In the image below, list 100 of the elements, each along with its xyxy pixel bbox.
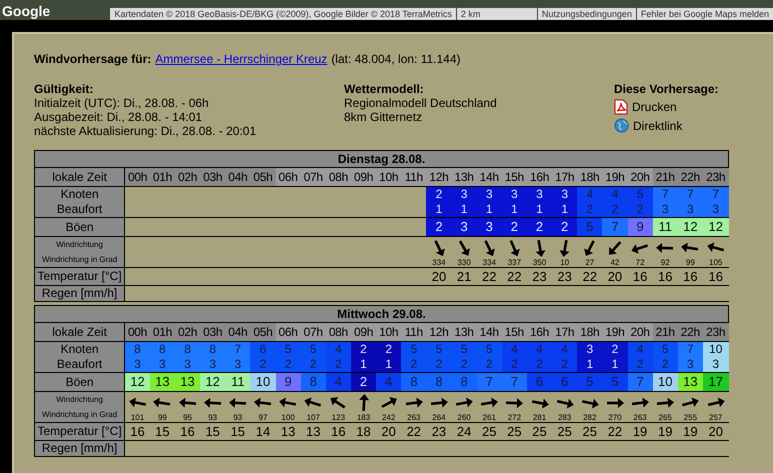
hour-cell: 04h [225, 322, 250, 342]
gust-cell: 3 [476, 218, 502, 236]
hour-cell: 10h [376, 322, 402, 342]
gust-cell: 17 [702, 372, 728, 392]
wind-speed-cell: 4 2 [628, 342, 653, 372]
hour-cell: 16h [526, 322, 552, 342]
direction-degrees: 93 [208, 412, 218, 422]
temperature-value: 16 [331, 424, 346, 438]
direction-degrees: 107 [306, 412, 320, 422]
temperature-value: 15 [205, 424, 220, 438]
gust-cell: 9 [276, 372, 301, 392]
wind-speed-cell: 6 2 [250, 342, 276, 372]
direction-degrees: 282 [583, 412, 596, 422]
hour-cell: 21h [652, 168, 678, 186]
hour-cell: 16h [526, 168, 552, 186]
gust-cell: 2 [426, 218, 452, 236]
hour-cell: 15h [502, 168, 527, 186]
map-scale: 2 km [456, 8, 537, 20]
gust-cell: 9 [628, 218, 653, 236]
gust-cell: 7 [628, 372, 653, 392]
hour-cell: 19h [602, 168, 628, 186]
coordinates: (lat: 48.004, lon: 11.144) [331, 51, 461, 68]
globe-icon [614, 118, 629, 133]
row-label: Beaufort [56, 202, 104, 217]
direction-degrees: 263 [407, 412, 420, 422]
gust-cell: 13 [174, 372, 200, 392]
gust-cell: 7 [602, 218, 628, 236]
hour-cell: 12h [426, 322, 452, 342]
gust-cell: 10 [652, 372, 678, 392]
row-label: Windrichtung [55, 394, 104, 406]
temperature-value: 19 [658, 424, 672, 438]
hour-cell: 01h [150, 322, 175, 342]
temperature-value: 15 [155, 424, 170, 438]
direction-degrees: 123 [332, 412, 346, 422]
temperature-value: 16 [658, 268, 672, 284]
hour-cell: 08h [326, 168, 351, 186]
hour-cell: 01h [150, 168, 175, 186]
hour-cell: 18h [577, 322, 602, 342]
temperature-value: 25 [532, 424, 547, 438]
temperature-value: 25 [482, 424, 496, 438]
temperature-value: 13 [306, 424, 320, 438]
wind-speed-cell: 4 2 [526, 342, 552, 372]
wind-speed-cell: 7 3 [225, 342, 250, 372]
hour-cell: 07h [300, 322, 326, 342]
validity-line: Ausgabezeit: Di., 28.08. - 14:01 [34, 110, 204, 124]
direction-degrees: 100 [281, 412, 295, 422]
pdf-document-icon [614, 99, 628, 115]
hour-cell: 08h [326, 322, 351, 342]
direction-degrees: 95 [183, 412, 192, 422]
temperature-value: 20 [608, 268, 622, 284]
hour-cell: 20h [628, 322, 653, 342]
direction-degrees: 93 [233, 412, 242, 422]
wind-speed-cell: 2 1 [602, 342, 628, 372]
gust-cell: 5 [577, 372, 602, 392]
row-label: Böen [34, 372, 125, 392]
hour-cell: 15h [502, 322, 527, 342]
wind-speed-cell: 4 2 [602, 186, 628, 218]
hour-cell: 23h [702, 322, 728, 342]
wind-speed-cell: 7 3 [702, 186, 728, 218]
temperature-value: 16 [130, 424, 145, 438]
gust-cell: 8 [426, 372, 452, 392]
direction-degrees: 92 [660, 258, 670, 266]
direction-degrees: 264 [432, 412, 446, 422]
wind-speed-cell: 5 2 [476, 342, 502, 372]
direction-degrees: 27 [585, 258, 594, 266]
hour-cell: 05h [250, 168, 276, 186]
temperature-value: 23 [557, 268, 572, 284]
hour-cell: 22h [678, 168, 703, 186]
action-link[interactable]: Drucken [632, 100, 677, 114]
direction-degrees: 99 [158, 412, 167, 422]
gust-cell: 12 [124, 372, 150, 392]
direction-degrees: 263 [633, 412, 647, 422]
gust-cell: 3 [452, 218, 477, 236]
temperature-value: 20 [708, 424, 723, 438]
wind-speed-cell: 5 2 [276, 342, 301, 372]
direction-degrees: 283 [558, 412, 572, 422]
action-link[interactable]: Direktlink [633, 118, 682, 132]
hour-cell: 11h [401, 322, 426, 342]
wind-speed-cell: 5 2 [401, 342, 426, 372]
temperature-value: 20 [381, 424, 396, 438]
report-error-link[interactable]: Fehler bei Google Maps melden [636, 8, 773, 20]
temperature-value: 23 [432, 424, 446, 438]
row-label: Regen [mm/h] [34, 286, 125, 302]
gust-cell: 6 [552, 372, 578, 392]
wind-speed-cell: 8 3 [200, 342, 226, 372]
hour-cell: 03h [200, 168, 226, 186]
hour-cell: 02h [174, 168, 200, 186]
spot-link[interactable]: Ammersee - Herrschinger Kreuz [155, 50, 328, 68]
direction-degrees: 281 [532, 412, 546, 422]
hour-cell: 17h [552, 322, 578, 342]
temperature-value: 21 [456, 268, 472, 284]
day-title: Dienstag 28.08. [34, 150, 728, 168]
wind-speed-cell: 2 1 [376, 342, 402, 372]
hour-cell: 14h [476, 168, 502, 186]
terms-link[interactable]: Nutzungsbedingungen [538, 8, 636, 20]
direction-degrees: 330 [457, 258, 471, 266]
direction-degrees: 242 [382, 412, 396, 422]
gust-cell: 10 [250, 372, 276, 392]
wind-speed-cell: 5 2 [426, 342, 452, 372]
hour-cell: 22h [678, 322, 703, 342]
